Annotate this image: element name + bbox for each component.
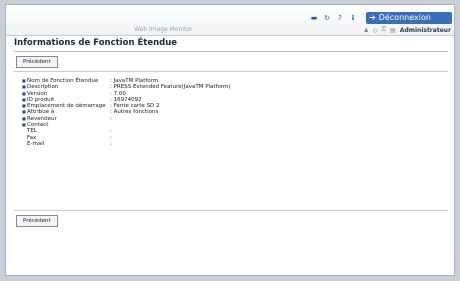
separator-top [14, 71, 448, 72]
back-button-top[interactable]: Précédent [16, 56, 58, 68]
page-title: Informations de Fonction Étendue [14, 38, 178, 48]
settings-icon: ▤ [390, 26, 396, 34]
help-icon[interactable]: ? [335, 14, 345, 23]
logout-button[interactable]: ➜ Déconnexion [366, 12, 452, 24]
user-name: Administrateur [399, 26, 451, 34]
user-icon: ♟ [363, 26, 369, 34]
separator-bottom [14, 210, 448, 211]
info-value: : PRESS Extended Feature(JavaTM Platform… [110, 84, 231, 91]
lock-icon: ◇ [372, 26, 378, 34]
info-icon[interactable]: ℹ [348, 14, 358, 23]
back-button-bottom[interactable]: Précédent [16, 215, 58, 227]
info-value: : Autres fonctions [110, 109, 159, 116]
info-row-email: E-mail : [22, 141, 231, 147]
refresh-icon[interactable]: ↻ [322, 14, 332, 23]
title-rule [14, 51, 448, 52]
header-bar: Web Image Monitor ▬ ↻ ? ℹ ➜ Déconnexion … [6, 5, 454, 35]
info-label: E-mail [27, 140, 45, 147]
header-divider [6, 35, 454, 36]
key-icon: ⚿ [381, 26, 387, 33]
home-icon[interactable]: ▬ [309, 14, 319, 23]
main-panel: Web Image Monitor ▬ ↻ ? ℹ ➜ Déconnexion … [5, 4, 455, 276]
app-title: Web Image Monitor [134, 26, 193, 33]
info-value: : [110, 140, 112, 147]
info-list: ■ Nom de Fonction Étendue : JavaTM Platfo… [22, 78, 231, 147]
user-bar: ♟ ◇ ⚿ ▤ Administrateur [364, 26, 451, 34]
logout-icon: ➜ [369, 13, 376, 22]
logout-label: Déconnexion [378, 13, 431, 22]
info-value: : [110, 115, 112, 122]
header-icon-group: ▬ ↻ ? ℹ [309, 14, 358, 23]
